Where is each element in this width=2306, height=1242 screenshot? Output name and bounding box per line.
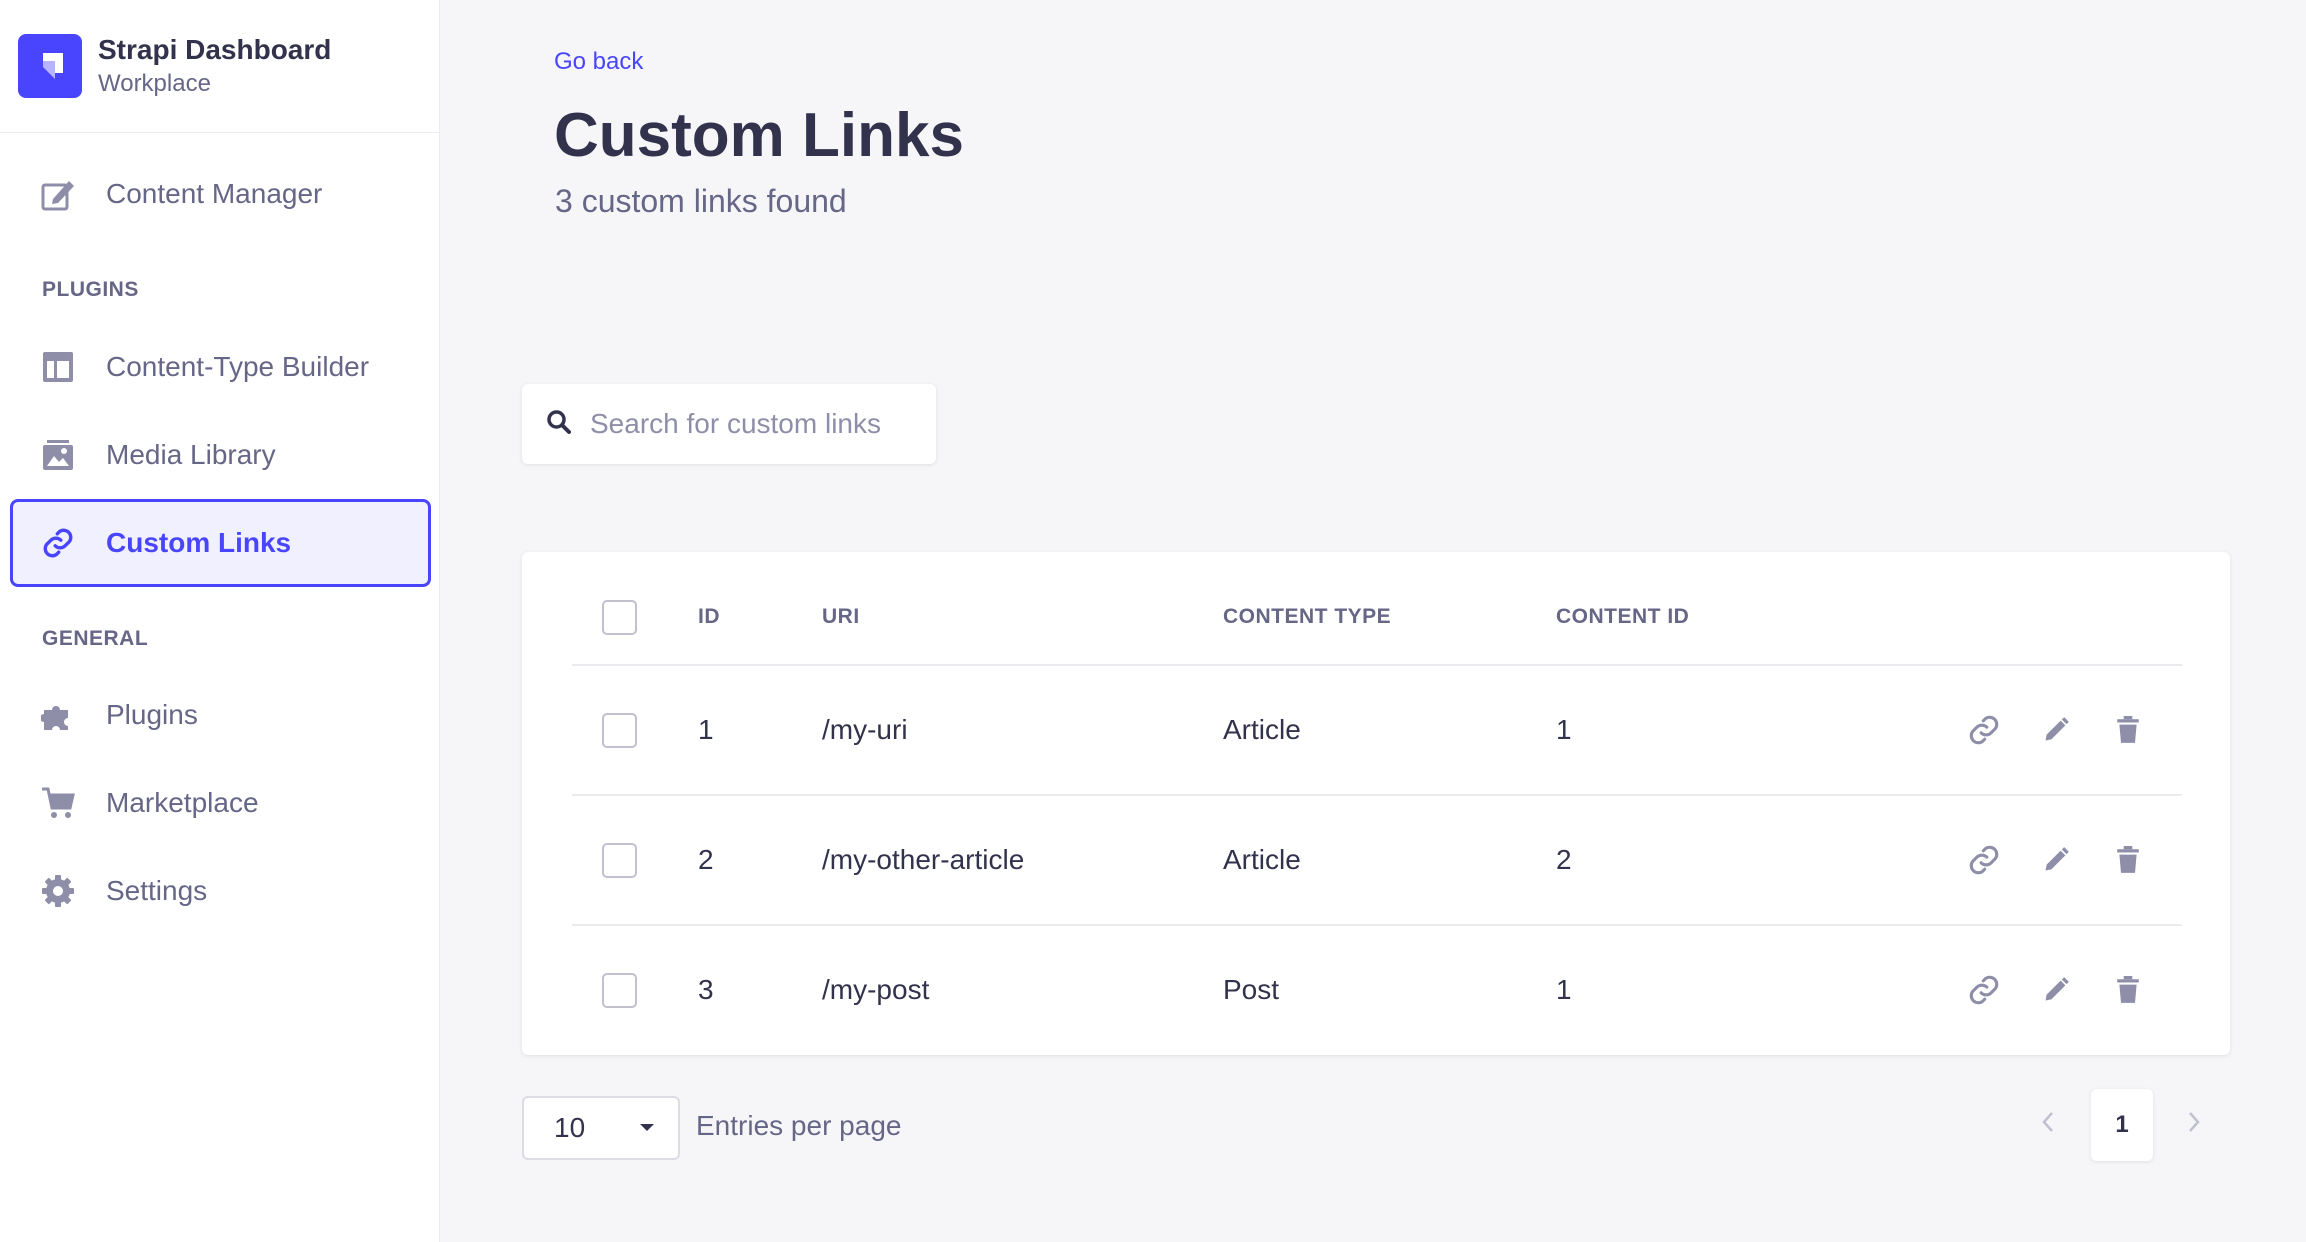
cell-content-id: 2 [1556, 844, 1572, 875]
column-header-uri: URI [822, 605, 860, 628]
section-label-plugins: PLUGINS [42, 278, 139, 301]
table-row: 1 /my-uri Article 1 [572, 664, 2182, 794]
per-page-value: 10 [554, 1112, 586, 1143]
row-checkbox[interactable] [602, 842, 637, 878]
cell-uri: /my-uri [822, 714, 908, 745]
pencil-square-icon [40, 176, 76, 212]
layout-icon [40, 349, 76, 385]
puzzle-icon [40, 697, 76, 733]
custom-links-table: ID URI CONTENT TYPE CONTENT ID 1 /my-uri… [522, 552, 2230, 1055]
table-header-row: ID URI CONTENT TYPE CONTENT ID [572, 552, 2182, 682]
entries-per-page-select[interactable]: 10 [522, 1096, 680, 1160]
cell-content-type: Article [1223, 714, 1301, 745]
brand-header: Strapi Dashboard Workplace [0, 0, 439, 133]
cell-uri: /my-other-article [822, 844, 1025, 875]
column-header-content-type: CONTENT TYPE [1223, 605, 1392, 628]
link-icon [40, 525, 76, 561]
table-row: 3 /my-post Post 1 [572, 924, 2182, 1054]
chevron-right-icon [2186, 1110, 2202, 1139]
cell-id: 3 [698, 974, 714, 1005]
cell-content-type: Article [1223, 844, 1301, 875]
sidebar-item-plugins[interactable]: Plugins [10, 671, 431, 759]
gear-icon [40, 873, 76, 909]
cell-id: 1 [698, 714, 714, 745]
sidebar-item-label: Media Library [106, 439, 276, 470]
cell-id: 2 [698, 844, 714, 875]
chevron-left-icon [2040, 1110, 2056, 1139]
trash-icon[interactable] [2108, 840, 2148, 880]
brand-subtitle: Workplace [98, 70, 211, 97]
sidebar-item-label: Plugins [106, 699, 198, 730]
sidebar-item-label: Content-Type Builder [106, 351, 370, 382]
row-checkbox[interactable] [602, 712, 637, 748]
strapi-logo-icon [18, 34, 82, 98]
open-link-icon[interactable] [1964, 840, 2004, 880]
open-link-icon[interactable] [1964, 710, 2004, 750]
cell-content-id: 1 [1556, 714, 1572, 745]
edit-pencil-icon[interactable] [2036, 970, 2076, 1010]
sidebar: Strapi Dashboard Workplace Content Manag… [0, 0, 440, 1242]
open-link-icon[interactable] [1964, 970, 2004, 1010]
caret-down-icon [640, 1124, 654, 1131]
sidebar-item-content-manager[interactable]: Content Manager [10, 150, 431, 238]
page-title: Custom Links [554, 101, 964, 170]
sidebar-item-label: Custom Links [106, 527, 292, 558]
column-header-id: ID [698, 605, 720, 628]
image-icon [40, 437, 76, 473]
edit-pencil-icon[interactable] [2036, 840, 2076, 880]
sidebar-item-label: Marketplace [106, 787, 259, 818]
sidebar-item-custom-links[interactable]: Custom Links [10, 499, 431, 587]
brand-title: Strapi Dashboard [98, 34, 332, 65]
select-all-checkbox[interactable] [602, 599, 637, 635]
sidebar-item-settings[interactable]: Settings [10, 847, 431, 935]
page-number-button[interactable]: 1 [2091, 1089, 2153, 1161]
cell-content-type: Post [1223, 974, 1280, 1005]
edit-pencil-icon[interactable] [2036, 710, 2076, 750]
sidebar-item-label: Content Manager [106, 178, 323, 209]
go-back-link[interactable]: Go back [554, 48, 643, 76]
search-input[interactable] [590, 408, 910, 440]
section-label-general: GENERAL [42, 627, 149, 650]
trash-icon[interactable] [2108, 710, 2148, 750]
previous-page-button[interactable] [2028, 1104, 2068, 1144]
cart-icon [40, 785, 76, 821]
cell-content-id: 1 [1556, 974, 1572, 1005]
sidebar-item-media-library[interactable]: Media Library [10, 411, 431, 499]
entries-per-page-label: Entries per page [696, 1110, 902, 1141]
page-subtitle: 3 custom links found [555, 183, 847, 219]
sidebar-item-marketplace[interactable]: Marketplace [10, 759, 431, 847]
next-page-button[interactable] [2174, 1104, 2214, 1144]
trash-icon[interactable] [2108, 970, 2148, 1010]
sidebar-item-label: Settings [106, 875, 208, 906]
search-box [522, 384, 936, 464]
sidebar-item-content-type-builder[interactable]: Content-Type Builder [10, 323, 431, 411]
cell-uri: /my-post [822, 974, 930, 1005]
column-header-content-id: CONTENT ID [1556, 605, 1690, 628]
row-checkbox[interactable] [602, 972, 637, 1008]
table-row: 2 /my-other-article Article 2 [572, 794, 2182, 924]
search-icon [546, 409, 572, 440]
